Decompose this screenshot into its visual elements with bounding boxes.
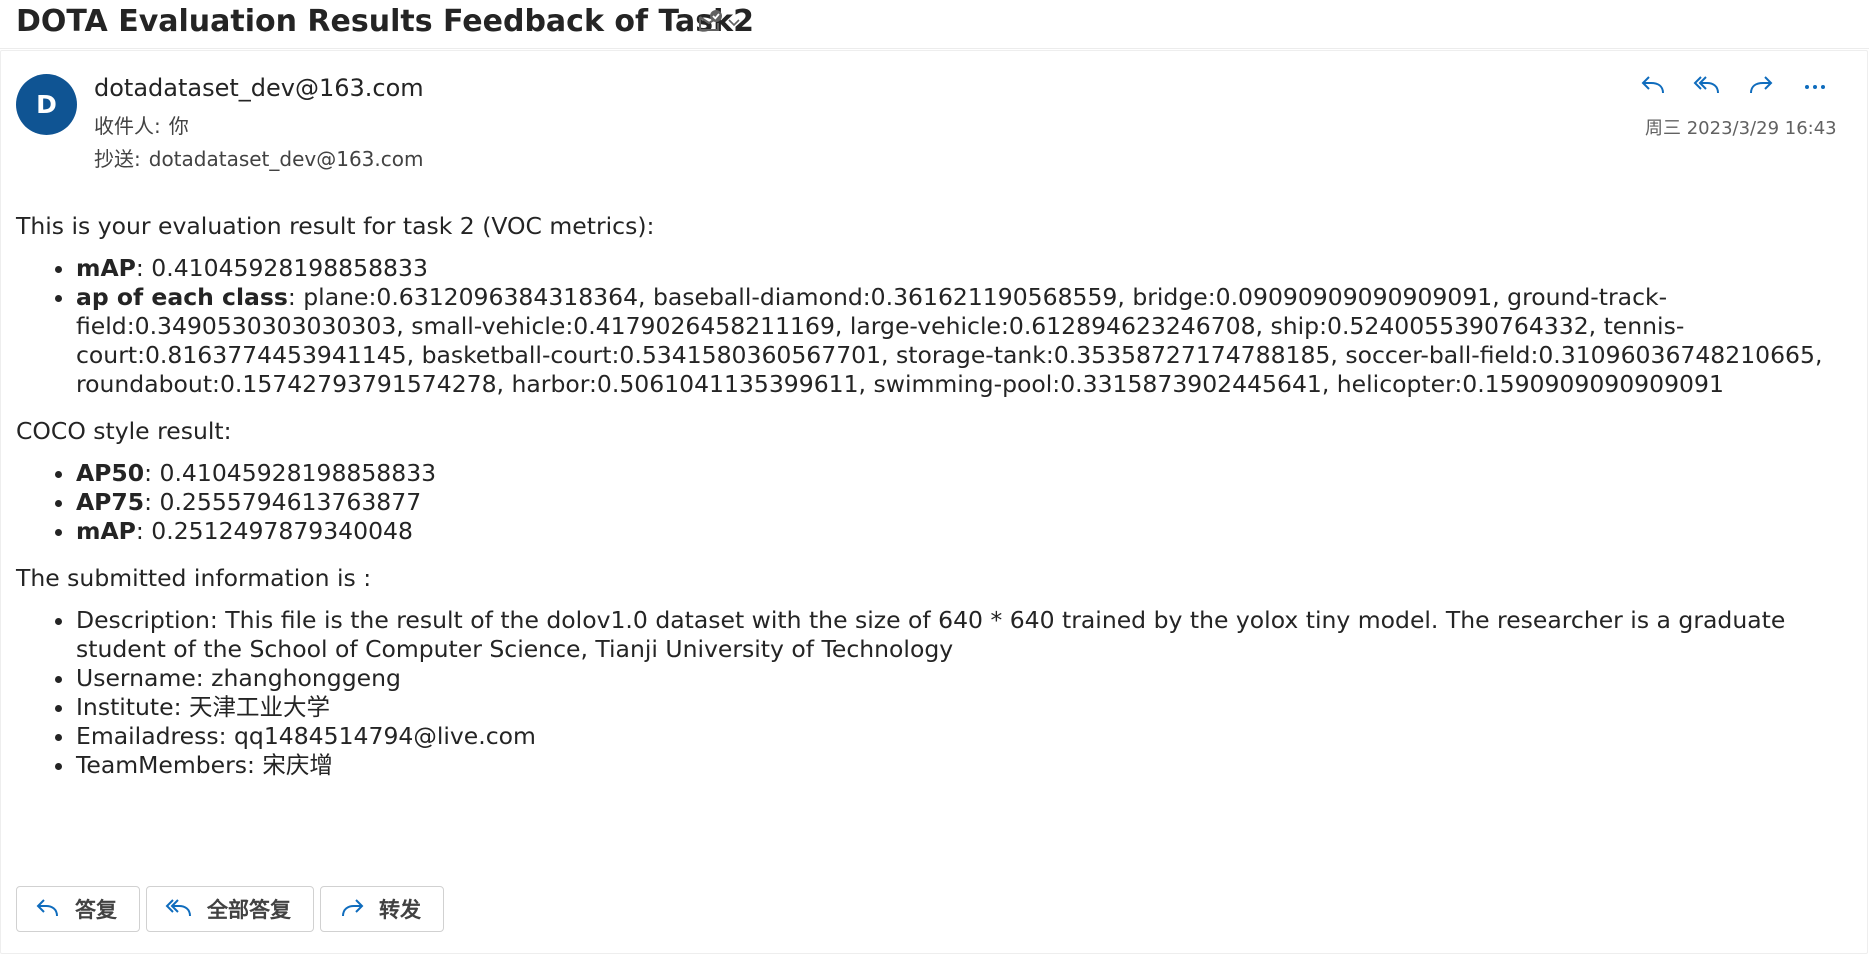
cc-value[interactable]: dotadataset_dev@163.com bbox=[149, 147, 424, 171]
voc-intro: This is your evaluation result for task … bbox=[16, 212, 655, 240]
reply-button[interactable] bbox=[1634, 70, 1672, 106]
forward-icon bbox=[339, 897, 365, 921]
coco-list: AP50: 0.41045928198858833 AP75: 0.255579… bbox=[16, 459, 1846, 546]
to-line: 收件人: 你 bbox=[94, 110, 189, 139]
metric-value: : 0.41045928198858833 bbox=[144, 459, 437, 487]
forward-icon bbox=[1747, 72, 1775, 104]
list-item: AP50: 0.41045928198858833 bbox=[76, 459, 1846, 488]
envelope-check-icon[interactable] bbox=[696, 8, 724, 40]
metric-value: : 0.41045928198858833 bbox=[135, 254, 428, 282]
reply-icon bbox=[35, 897, 61, 921]
more-button[interactable] bbox=[1796, 70, 1834, 106]
metric-value: : plane:0.6312096384318364, baseball-dia… bbox=[76, 283, 1823, 398]
metric-value: : 0.2555794613763877 bbox=[144, 488, 422, 516]
avatar: D bbox=[16, 74, 77, 135]
forward-button[interactable] bbox=[1742, 70, 1780, 106]
to-value[interactable]: 你 bbox=[169, 114, 189, 138]
list-item: Emailadress: qq1484514794@live.com bbox=[76, 722, 1846, 751]
reply-all-label: 全部答复 bbox=[207, 898, 291, 922]
reply-label: 答复 bbox=[75, 898, 117, 922]
metric-label: mAP bbox=[76, 254, 136, 282]
reply-all-icon bbox=[165, 897, 193, 921]
list-item: AP75: 0.2555794613763877 bbox=[76, 488, 1846, 517]
bottom-forward-button[interactable]: 转发 bbox=[320, 886, 444, 932]
list-item: mAP: 0.41045928198858833 bbox=[76, 254, 1846, 283]
list-item: TeamMembers: 宋庆增 bbox=[76, 751, 1846, 780]
metric-value: : 0.2512497879340048 bbox=[135, 517, 413, 545]
metric-label: ap of each class bbox=[76, 283, 288, 311]
metric-label: AP50 bbox=[76, 459, 145, 487]
more-icon bbox=[1801, 72, 1829, 104]
submitted-list: Description: This file is the result of … bbox=[16, 606, 1846, 780]
bottom-reply-button[interactable]: 答复 bbox=[16, 886, 140, 932]
list-item: Username: zhanghonggeng bbox=[76, 664, 1846, 693]
title-bar: DOTA Evaluation Results Feedback of Task… bbox=[0, 0, 1869, 49]
forward-label: 转发 bbox=[379, 898, 421, 922]
bottom-reply-all-button[interactable]: 全部答复 bbox=[146, 886, 314, 932]
reply-all-button[interactable] bbox=[1688, 70, 1726, 106]
chevron-down-icon[interactable] bbox=[726, 14, 742, 34]
email-subject: DOTA Evaluation Results Feedback of Task… bbox=[16, 4, 754, 39]
coco-intro: COCO style result: bbox=[16, 417, 232, 445]
reply-bar: 答复 全部答复 转发 bbox=[16, 886, 444, 932]
submitted-intro: The submitted information is : bbox=[16, 564, 372, 592]
cc-line: 抄送: dotadataset_dev@163.com bbox=[94, 143, 423, 172]
reply-icon bbox=[1639, 72, 1667, 104]
to-label: 收件人: bbox=[94, 114, 161, 138]
list-item: mAP: 0.2512497879340048 bbox=[76, 517, 1846, 546]
reply-all-icon bbox=[1692, 72, 1722, 104]
sender-address[interactable]: dotadataset_dev@163.com bbox=[94, 74, 424, 102]
message-body: This is your evaluation result for task … bbox=[16, 212, 1846, 798]
list-item: Description: This file is the result of … bbox=[76, 606, 1846, 664]
metric-label: AP75 bbox=[76, 488, 145, 516]
sent-date: 周三 2023/3/29 16:43 bbox=[1645, 118, 1837, 139]
header-actions bbox=[1634, 70, 1834, 106]
list-item: Institute: 天津工业大学 bbox=[76, 693, 1846, 722]
list-item: ap of each class: plane:0.63120963843183… bbox=[76, 283, 1846, 399]
metric-label: mAP bbox=[76, 517, 136, 545]
cc-label: 抄送: bbox=[94, 147, 141, 171]
voc-list: mAP: 0.41045928198858833 ap of each clas… bbox=[16, 254, 1846, 399]
subject-actions[interactable] bbox=[696, 8, 742, 40]
